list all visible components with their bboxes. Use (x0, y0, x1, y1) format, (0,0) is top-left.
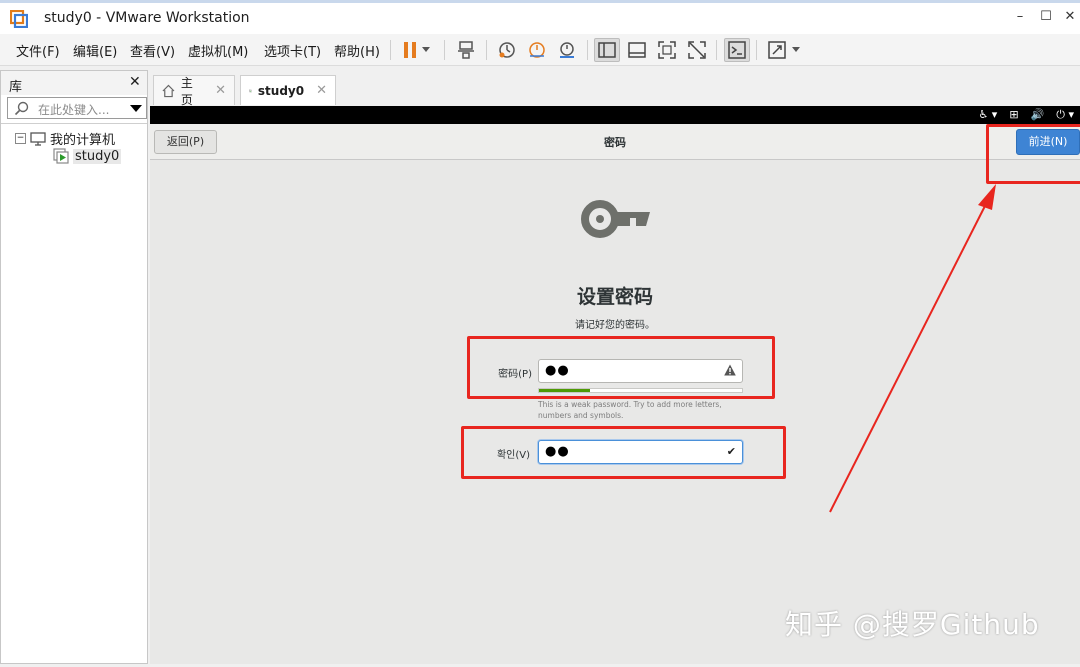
vmware-app-icon (10, 10, 28, 28)
volume-icon[interactable]: 🔊 (1031, 108, 1045, 122)
menu-view[interactable]: 查看(V) (130, 41, 175, 60)
toolbar-separator (587, 40, 588, 60)
stretch-guest-icon[interactable] (764, 38, 790, 62)
installer-page-title: 密码 (604, 136, 626, 149)
library-header: 库 ✕ (1, 71, 147, 95)
password-hint: This is a weak password. Try to add more… (538, 400, 722, 420)
menu-tabs[interactable]: 选项卡(T) (264, 41, 321, 60)
key-icon (581, 200, 650, 238)
window-title: study0 - VMware Workstation (44, 10, 250, 26)
snapshot-revert-icon[interactable] (524, 38, 550, 62)
tree-item-study0[interactable]: study0 (53, 148, 122, 164)
library-panel: 库 ✕ 在此处键入... − 我的计算机 study0 (0, 70, 148, 664)
home-icon (162, 84, 175, 97)
menu-edit[interactable]: 编辑(E) (73, 41, 117, 60)
menu-vm[interactable]: 虚拟机(M) (188, 41, 248, 60)
annotation-box-confirm (461, 426, 786, 479)
annotation-box-password (467, 336, 775, 399)
toolbar-separator (390, 40, 391, 60)
computer-icon (30, 131, 46, 146)
library-search-input[interactable]: 在此处键入... (7, 97, 147, 119)
accessibility-icon[interactable]: ♿ ▾ (978, 108, 997, 122)
collapse-icon[interactable]: − (15, 133, 26, 144)
search-dropdown-icon[interactable] (130, 101, 142, 115)
power-icon[interactable]: ⏻ ▾ (1056, 108, 1074, 122)
installer-header: 返回(P) 密码 前进(N) (150, 124, 1080, 160)
menu-help[interactable]: 帮助(H) (334, 41, 380, 60)
close-button[interactable]: ✕ (1060, 9, 1080, 24)
show-library-icon[interactable] (594, 38, 620, 62)
stretch-dropdown-icon[interactable] (788, 38, 804, 62)
tab-study0[interactable]: study0 ✕ (240, 75, 336, 105)
setup-password-title: 设置密码 (576, 286, 653, 308)
tree-divider (1, 123, 147, 124)
toolbar-separator (756, 40, 757, 60)
setup-password-subtitle: 请记好您的密码。 (575, 320, 655, 331)
vm-icon (249, 89, 252, 92)
tab-study0-label: study0 (257, 83, 305, 98)
tab-home[interactable]: 主页 ✕ (153, 75, 235, 107)
thumbnail-bar-icon[interactable] (624, 38, 650, 62)
toolbar-separator (486, 40, 487, 60)
tree-child-label: study0 (73, 148, 122, 164)
tab-study0-close-icon[interactable]: ✕ (316, 83, 327, 98)
library-close-icon[interactable]: ✕ (129, 74, 141, 90)
vm-running-icon (53, 148, 69, 164)
send-ctrl-alt-del-icon[interactable] (453, 38, 479, 62)
full-screen-icon[interactable] (654, 38, 680, 62)
search-icon (14, 101, 29, 116)
tab-home-close-icon[interactable]: ✕ (215, 83, 226, 98)
snapshot-take-icon[interactable] (494, 38, 520, 62)
search-placeholder: 在此处键入... (38, 103, 110, 117)
snapshot-manager-icon[interactable] (554, 38, 580, 62)
network-icon[interactable]: ⊞ (1009, 108, 1018, 122)
pause-dropdown-icon[interactable] (418, 38, 434, 62)
watermark: 知乎 @搜罗Github (785, 608, 1040, 641)
tree-item-my-computer[interactable]: − 我的计算机 (15, 129, 115, 148)
menu-file[interactable]: 文件(F) (16, 41, 60, 60)
maximize-button[interactable]: ☐ (1036, 9, 1056, 24)
tree-root-label: 我的计算机 (50, 133, 116, 148)
guest-top-bar: ♿ ▾ ⊞ 🔊 ⏻ ▾ (150, 106, 1080, 124)
library-title: 库 (9, 80, 23, 95)
unity-icon[interactable] (684, 38, 710, 62)
window-titlebar: study0 - VMware Workstation – ☐ ✕ (0, 0, 1080, 34)
tab-home-label: 主页 (180, 75, 193, 107)
menu-toolbar: 文件(F) 编辑(E) 查看(V) 虚拟机(M) 选项卡(T) 帮助(H) (0, 34, 1080, 66)
console-view-icon[interactable] (724, 38, 750, 62)
toolbar-separator (444, 40, 445, 60)
toolbar-separator (716, 40, 717, 60)
vm-console[interactable]: ♿ ▾ ⊞ 🔊 ⏻ ▾ 返回(P) 密码 前进(N) 设置密码 请记好您的密码。… (150, 106, 1080, 664)
tab-strip: 主页 ✕ study0 ✕ (150, 70, 1080, 107)
minimize-button[interactable]: – (1010, 9, 1030, 24)
annotation-box-next (986, 124, 1080, 184)
